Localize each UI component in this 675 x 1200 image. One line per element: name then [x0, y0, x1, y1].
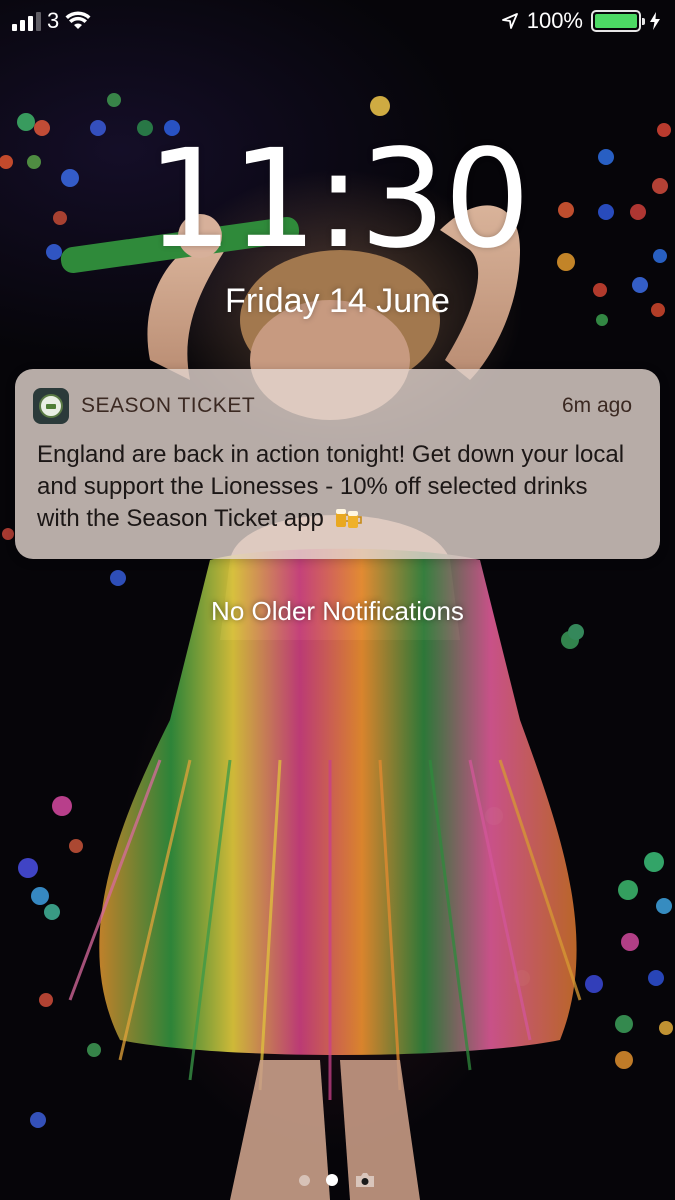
signal-strength-icon: [12, 11, 41, 31]
notification-card[interactable]: SEASON TICKET 6m ago England are back in…: [15, 369, 660, 559]
lock-clock: 11:30: [146, 121, 531, 279]
page-dot[interactable]: [299, 1174, 310, 1186]
season-ticket-app-icon: [33, 388, 69, 424]
status-left: 3: [12, 8, 91, 34]
no-older-notifications: No Older Notifications: [211, 596, 464, 626]
beers-emoji-icon: [335, 509, 362, 528]
battery-percent: 100%: [526, 8, 583, 33]
notification-time: 6m ago: [561, 394, 632, 417]
notification-app-name: SEASON TICKET: [81, 394, 256, 417]
notification-message: England are back in action tonight! Get …: [37, 441, 625, 532]
lock-date: Friday 14 June: [225, 282, 450, 320]
notification-header: SEASON TICKET 6m ago: [33, 387, 632, 425]
battery-icon: [591, 10, 645, 32]
status-right: 100%: [501, 8, 661, 34]
status-bar: 3 100%: [0, 0, 675, 44]
charging-bolt-icon: [650, 12, 660, 30]
wifi-icon: [65, 11, 91, 29]
battery-fill: [595, 14, 637, 28]
location-arrow-icon: [501, 13, 518, 29]
camera-icon[interactable]: [354, 1172, 376, 1188]
notification-body: England are back in action tonight! Get …: [37, 439, 636, 535]
page-dot-active[interactable]: [326, 1174, 338, 1186]
carrier-label: 3: [47, 8, 60, 33]
page-indicator[interactable]: [0, 1172, 675, 1188]
